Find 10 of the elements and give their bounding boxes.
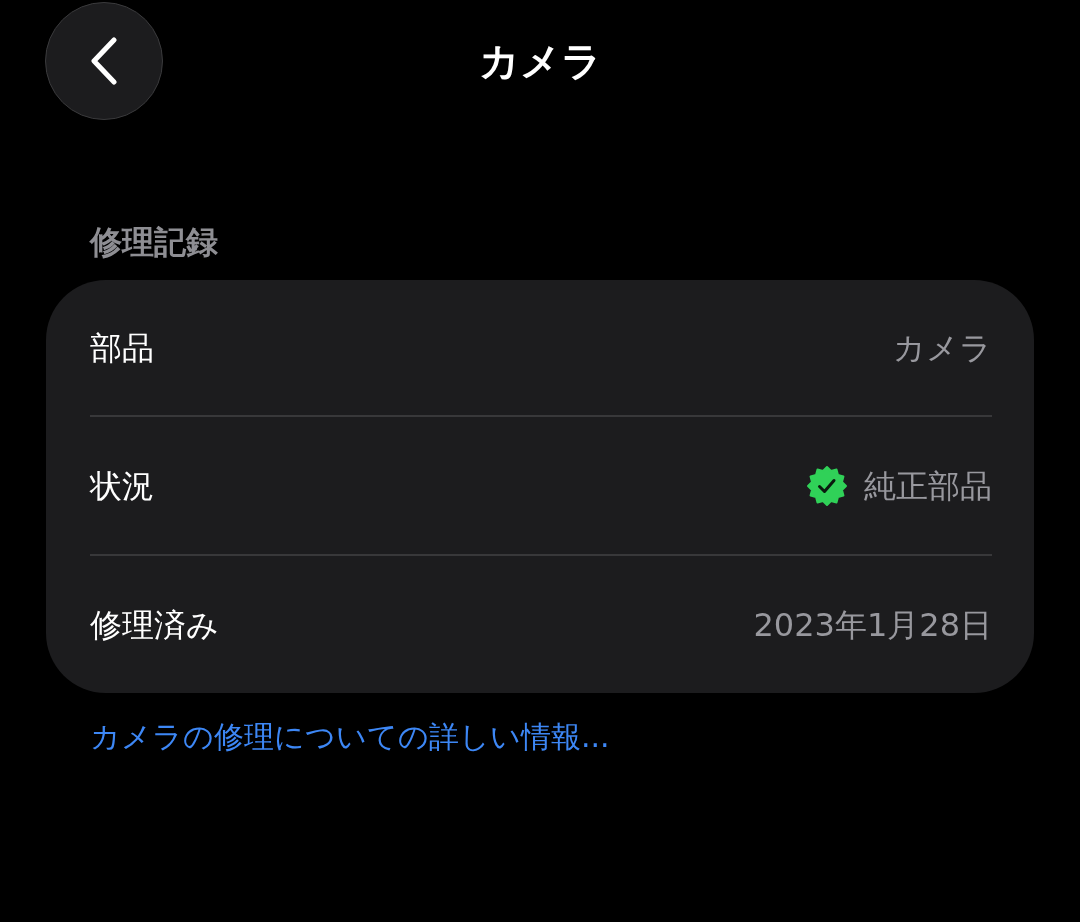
row-label: 状況 [90, 465, 154, 506]
page-title: カメラ [478, 37, 602, 85]
section-title: 修理記録 [90, 222, 218, 262]
row-label: 修理済み [90, 604, 219, 645]
chevron-left-icon [89, 37, 119, 85]
row-value: 2023年1月28日 [753, 604, 992, 645]
info-link[interactable]: カメラの修理についての詳しい情報... [90, 717, 610, 756]
row-value: カメラ [893, 327, 992, 368]
row-label: 部品 [90, 327, 154, 368]
row-value: 純正部品 [864, 465, 992, 506]
